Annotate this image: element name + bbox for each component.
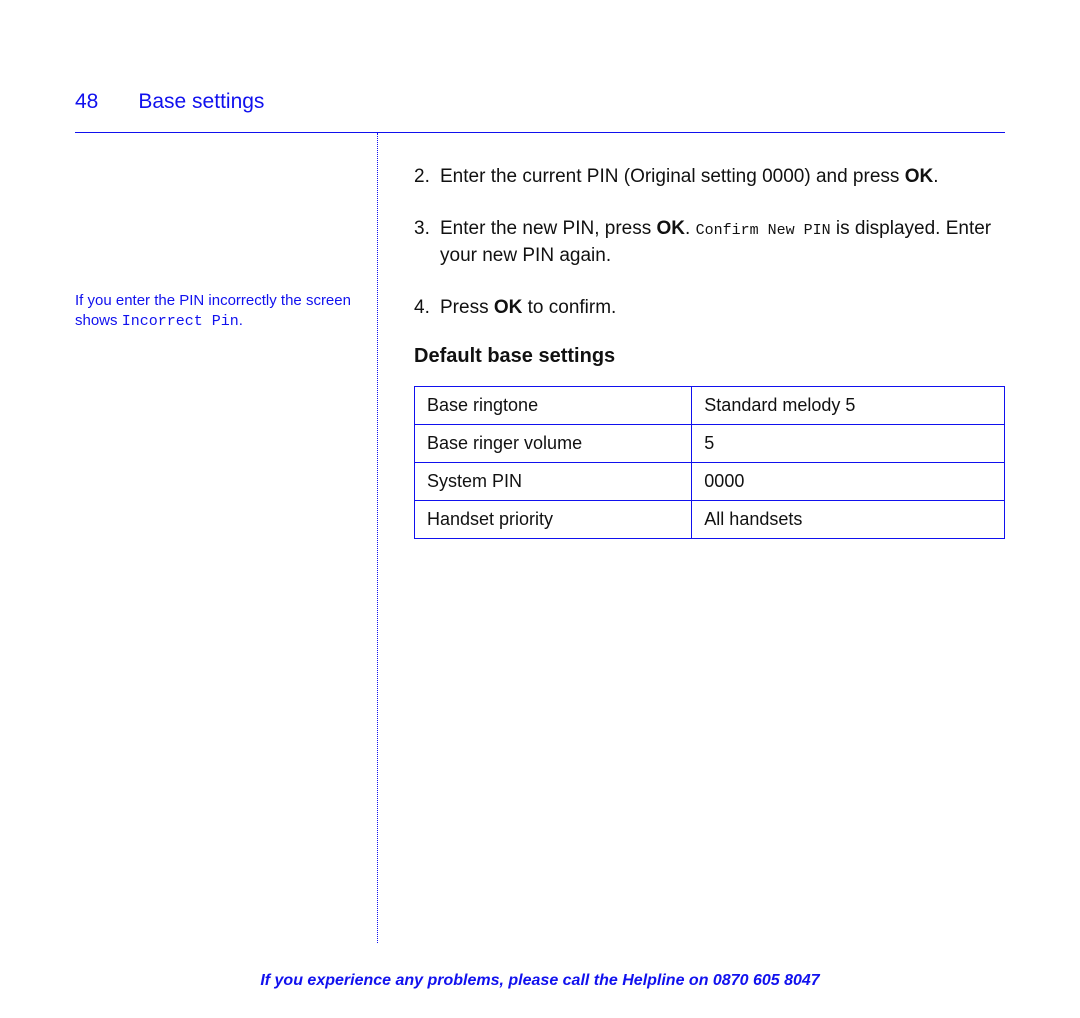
step-num: 2. [414,163,440,191]
table-row: Base ringtone Standard melody 5 [415,387,1005,425]
cell-value: All handsets [692,501,1005,539]
step-2: 2. Enter the current PIN (Original setti… [414,163,1005,191]
step-4: 4. Press OK to confirm. [414,294,1005,322]
page-header: 48 Base settings [75,90,1005,114]
cell-value: 0000 [692,463,1005,501]
right-column: 2. Enter the current PIN (Original setti… [378,133,1005,943]
content-columns: If you enter the PIN incorrectly the scr… [75,133,1005,943]
cell-label: Handset priority [415,501,692,539]
left-column: If you enter the PIN incorrectly the scr… [75,133,377,943]
cell-label: Base ringtone [415,387,692,425]
settings-table: Base ringtone Standard melody 5 Base rin… [414,386,1005,539]
cell-value: 5 [692,425,1005,463]
table-row: Base ringer volume 5 [415,425,1005,463]
page-number: 48 [75,90,98,114]
step-body: Enter the new PIN, press OK. Confirm New… [440,215,1005,270]
section-title: Base settings [138,90,264,114]
footer: If you experience any problems, please c… [0,972,1080,990]
cell-label: System PIN [415,463,692,501]
step-body: Enter the current PIN (Original setting … [440,163,1005,191]
cell-label: Base ringer volume [415,425,692,463]
cell-value: Standard melody 5 [692,387,1005,425]
step-body: Press OK to confirm. [440,294,1005,322]
sidenote-mono: Incorrect Pin [122,313,239,330]
table-row: Handset priority All handsets [415,501,1005,539]
sidenote-suffix: . [239,312,243,329]
step-3: 3. Enter the new PIN, press OK. Confirm … [414,215,1005,270]
footer-phone: 0870 605 8047 [713,972,820,989]
sidenote: If you enter the PIN incorrectly the scr… [75,291,353,333]
table-row: System PIN 0000 [415,463,1005,501]
subheading: Default base settings [414,345,1005,368]
footer-text: If you experience any problems, please c… [260,972,713,989]
step-num: 3. [414,215,440,270]
page: 48 Base settings If you enter the PIN in… [0,0,1080,1018]
step-num: 4. [414,294,440,322]
